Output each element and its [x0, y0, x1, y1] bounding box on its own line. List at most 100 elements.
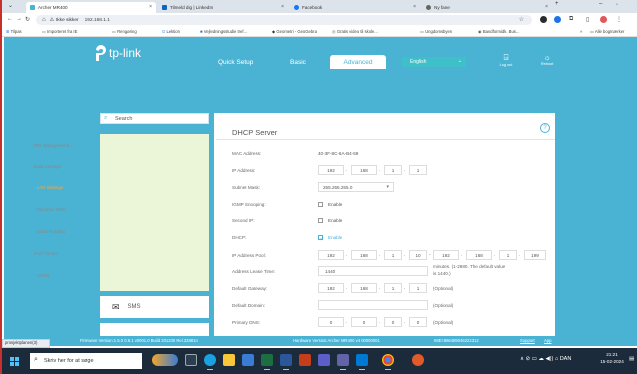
pool-start-octet-1[interactable]: 192 — [318, 250, 344, 260]
search-input[interactable]: ⌕ Search — [100, 113, 209, 124]
profile-extension-icon[interactable] — [554, 16, 561, 23]
bookmark-item[interactable]: ◆ Geometri - GeoGebra — [272, 29, 317, 34]
tab-archer[interactable]: Archer MR400 × — [26, 2, 156, 13]
task-view-icon[interactable] — [185, 354, 197, 366]
close-icon[interactable]: × — [281, 4, 284, 10]
minimize-icon[interactable]: – — [599, 1, 602, 7]
ip-octet-2[interactable]: 168 — [351, 165, 377, 175]
reload-icon[interactable]: ↻ — [25, 16, 30, 23]
forward-icon[interactable]: → — [16, 16, 22, 22]
help-icon[interactable]: ? — [540, 123, 550, 133]
nav-basic[interactable]: Basic — [290, 59, 306, 66]
dhcp-enable-label[interactable]: Enable — [328, 235, 342, 240]
nav-quick-setup[interactable]: Quick Setup — [218, 59, 253, 66]
gateway-octet-2[interactable]: 168 — [351, 283, 377, 293]
windows-start-icon[interactable] — [10, 357, 19, 366]
support-link[interactable]: Support — [520, 338, 535, 343]
notification-icon[interactable]: ▤ — [629, 356, 634, 362]
dns-octet-1[interactable]: 0 — [318, 317, 344, 327]
igmp-enable-label[interactable]: Enable — [328, 202, 342, 207]
extensions-puzzle-icon[interactable]: ⧉ — [569, 16, 573, 23]
close-icon[interactable]: × — [545, 4, 548, 10]
security-label[interactable]: Ikke sikker — [56, 18, 79, 23]
ip-octet-1[interactable]: 192 — [318, 165, 344, 175]
tab-search-icon[interactable]: ⌄ — [8, 2, 13, 9]
app-link[interactable]: App — [544, 338, 551, 343]
ip-octet-4[interactable]: 1 — [409, 165, 427, 175]
edge-icon[interactable] — [204, 354, 216, 370]
onenote-icon[interactable] — [337, 354, 349, 370]
pool-end-octet-1[interactable]: 192 — [433, 250, 459, 260]
extension-icon[interactable] — [540, 16, 547, 23]
pool-end-octet-4[interactable]: 199 — [524, 250, 546, 260]
reboot-button[interactable]: ☼ Reboot — [537, 53, 557, 66]
news-widget-icon[interactable] — [152, 354, 178, 366]
pool-start-octet-2[interactable]: 168 — [351, 250, 377, 260]
warning-icon[interactable]: ⚠ — [50, 18, 54, 23]
menu-item-sms[interactable]: ✉ SMS — [100, 296, 209, 318]
lease-time-input[interactable]: 1440 — [318, 266, 428, 276]
powerpoint-icon[interactable] — [299, 354, 311, 366]
menu-item-dynamic-dns[interactable]: - Dynamic DNS — [34, 207, 65, 212]
second-ip-checkbox[interactable] — [318, 218, 323, 223]
pool-end-octet-3[interactable]: 1 — [499, 250, 517, 260]
menu-dots-icon[interactable]: ⋮ — [616, 16, 622, 23]
bookmark-item[interactable]: ◉ Bandformidk. Bus... — [478, 29, 519, 34]
home-icon[interactable]: ⌂ — [42, 17, 46, 23]
outlook-icon[interactable] — [356, 354, 368, 370]
firefox-icon[interactable] — [412, 354, 424, 366]
back-icon[interactable]: ← — [7, 16, 13, 22]
file-explorer-icon[interactable] — [223, 354, 235, 366]
taskbar-clock[interactable]: 21:21 15-02-2024 — [597, 352, 627, 365]
pool-end-octet-2[interactable]: 168 — [466, 250, 492, 260]
domain-input[interactable] — [318, 300, 428, 310]
bookmark-item[interactable]: ▭ Importeret fra IE — [42, 29, 77, 34]
store-icon[interactable] — [242, 354, 254, 366]
excel-icon[interactable] — [261, 354, 273, 370]
gateway-octet-1[interactable]: 192 — [318, 283, 344, 293]
taskbar-search-input[interactable]: ⌕ Skriv her for at søge — [30, 353, 142, 369]
close-icon[interactable]: × — [149, 4, 152, 10]
chrome-icon[interactable] — [382, 354, 394, 370]
language-select[interactable]: English ⌄ — [402, 57, 466, 67]
dhcp-checkbox[interactable] — [318, 235, 324, 241]
bookmark-item[interactable]: ⊞ Tilpas — [6, 29, 22, 34]
bookmark-item[interactable]: ▭ Ungdomsbyen — [420, 29, 452, 34]
pool-start-octet-4[interactable]: 10 — [409, 250, 427, 260]
tab-linkedin[interactable]: Tilmeld dig | LinkedIn × — [158, 2, 288, 13]
menu-item-lan-settings[interactable]: - LAN Settings — [34, 185, 63, 190]
pool-start-octet-3[interactable]: 1 — [384, 250, 402, 260]
bookmark-item[interactable]: ▭ Rengøring — [112, 29, 137, 34]
subnet-mask-select[interactable]: 255.255.255.0 ▾ — [318, 182, 394, 192]
bookmark-star-icon[interactable]: ☆ — [519, 16, 524, 23]
teams-icon[interactable] — [318, 354, 330, 366]
menu-item-pin-management[interactable]: PIN Management — [34, 143, 69, 148]
avatar[interactable] — [600, 16, 607, 23]
word-icon[interactable] — [280, 354, 292, 370]
ip-octet-3[interactable]: 1 — [384, 165, 402, 175]
bookmark-item[interactable]: ■ Vejledningsstudie tref... — [200, 29, 247, 34]
url-text[interactable]: 192.168.1.1 — [85, 18, 110, 23]
dns-octet-3[interactable]: 0 — [384, 317, 402, 327]
bookmarks-overflow-button[interactable]: » — [580, 29, 582, 34]
gateway-octet-3[interactable]: 1 — [384, 283, 402, 293]
system-tray[interactable]: ∧ ⊘ ▭ ☁ ◀)) ⌂ DAN — [520, 356, 571, 362]
logout-button[interactable]: ⍈ Log out — [496, 53, 516, 67]
dns-octet-4[interactable]: 0 — [409, 317, 427, 327]
menu-item-static-routing[interactable]: - Static Routing — [34, 229, 65, 234]
new-tab-button[interactable]: + — [555, 1, 559, 7]
tab-new[interactable]: Ny fane × — [422, 2, 552, 13]
download-item[interactable]: prosjektplanen(3) — [2, 339, 50, 348]
gateway-octet-4[interactable]: 1 — [409, 283, 427, 293]
menu-item-ussd[interactable]: - USSD — [34, 273, 49, 278]
menu-item-data-settings[interactable]: Data Settings — [34, 164, 61, 169]
all-bookmarks-button[interactable]: ▭ Alle bogmærker — [590, 29, 624, 34]
igmp-checkbox[interactable] — [318, 202, 323, 207]
side-panel-icon[interactable]: ▯ — [586, 16, 589, 23]
dns-octet-2[interactable]: 0 — [351, 317, 377, 327]
menu-item-ipv6-tunnel[interactable]: IPv6 Tunnel — [34, 251, 58, 256]
tab-facebook[interactable]: Facebook × — [290, 2, 420, 13]
close-icon[interactable]: × — [413, 4, 416, 10]
maximize-icon[interactable]: ▫ — [616, 2, 618, 8]
address-bar[interactable]: ⌂ ⚠ Ikke sikker 192.168.1.1 ☆ — [36, 15, 532, 25]
